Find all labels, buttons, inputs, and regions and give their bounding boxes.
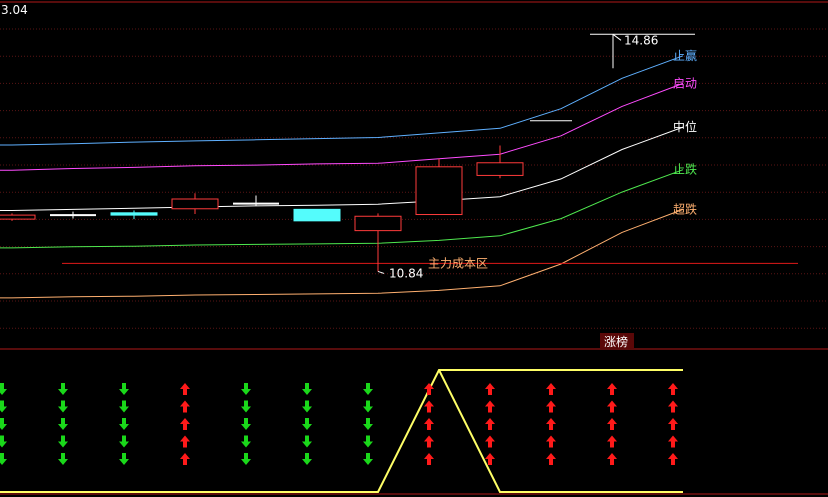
signal-arrow-up-3-0 bbox=[180, 383, 190, 395]
signal-arrow-up-7-2 bbox=[424, 418, 434, 430]
band-line-0 bbox=[0, 55, 684, 146]
signal-line-lower bbox=[438, 369, 683, 493]
band-lines bbox=[0, 55, 684, 299]
signal-arrow-up-8-1 bbox=[485, 400, 495, 413]
signal-arrow-up-11-0 bbox=[668, 383, 678, 395]
band-line-1 bbox=[0, 82, 684, 171]
signal-arrow-down-5-4 bbox=[302, 453, 312, 465]
band-label-4: 超跌 bbox=[673, 201, 697, 216]
signal-arrow-up-8-0 bbox=[485, 383, 495, 395]
signal-panel: 涨榜 bbox=[0, 333, 683, 493]
signal-arrow-down-4-4 bbox=[241, 453, 251, 465]
signal-arrow-down-0-0 bbox=[0, 383, 7, 395]
signal-arrow-down-0-1 bbox=[0, 400, 7, 413]
price-markers: 10.84 14.86 bbox=[377, 33, 695, 280]
signal-arrow-down-0-3 bbox=[0, 435, 7, 448]
band-label-2: 中位 bbox=[673, 119, 697, 134]
signal-arrow-up-11-1 bbox=[668, 400, 678, 413]
candle-body-3 bbox=[171, 198, 219, 210]
chart-stage: 止赢启动中位止跌超跌 主力成本区 10.84 14.86 涨榜 3.04 bbox=[0, 0, 828, 497]
signal-arrow-up-10-4 bbox=[607, 453, 617, 465]
signal-arrow-up-9-3 bbox=[546, 435, 556, 448]
signal-line-upper bbox=[0, 369, 683, 493]
low-marker-label: 10.84 bbox=[389, 266, 423, 280]
signal-arrow-down-4-3 bbox=[241, 435, 251, 448]
signal-arrow-up-3-2 bbox=[180, 418, 190, 430]
band-label-1: 启动 bbox=[673, 76, 697, 90]
signal-arrow-up-7-3 bbox=[424, 435, 434, 448]
candle-body-5 bbox=[293, 208, 341, 222]
candle-body-2 bbox=[110, 212, 158, 216]
signal-arrow-up-9-4 bbox=[546, 453, 556, 465]
signal-arrow-up-9-0 bbox=[546, 383, 556, 395]
signal-arrow-up-10-1 bbox=[607, 400, 617, 413]
signal-arrow-up-8-3 bbox=[485, 435, 495, 448]
signal-arrow-up-10-0 bbox=[607, 383, 617, 395]
signal-arrow-down-4-0 bbox=[241, 383, 251, 395]
signal-arrow-up-10-3 bbox=[607, 435, 617, 448]
signal-arrow-up-11-2 bbox=[668, 418, 678, 430]
band-line-2 bbox=[0, 126, 684, 211]
signal-arrow-down-6-4 bbox=[363, 453, 373, 465]
signal-arrow-up-9-2 bbox=[546, 418, 556, 430]
high-marker-pointer bbox=[612, 33, 622, 41]
signal-arrow-up-7-4 bbox=[424, 453, 434, 465]
candle-body-6 bbox=[354, 215, 402, 232]
signal-arrow-down-1-0 bbox=[58, 383, 68, 395]
chart-canvas: 止赢启动中位止跌超跌 主力成本区 10.84 14.86 涨榜 3.04 bbox=[0, 1, 828, 495]
signal-arrow-down-6-3 bbox=[363, 435, 373, 448]
signal-arrow-up-3-4 bbox=[180, 453, 190, 465]
signal-arrow-down-2-4 bbox=[119, 453, 129, 465]
signal-arrow-down-5-0 bbox=[302, 383, 312, 395]
signal-arrow-up-3-3 bbox=[180, 435, 190, 448]
signal-arrow-down-2-3 bbox=[119, 435, 129, 448]
candle-body-8 bbox=[476, 162, 524, 176]
signal-arrow-up-10-2 bbox=[607, 418, 617, 430]
low-marker-line bbox=[377, 270, 385, 274]
signal-arrow-down-0-4 bbox=[0, 453, 7, 465]
band-line-4 bbox=[0, 208, 684, 299]
grid-lines bbox=[0, 28, 828, 329]
signal-arrow-up-9-1 bbox=[546, 400, 556, 413]
signal-arrow-down-5-3 bbox=[302, 435, 312, 448]
signal-arrow-down-1-4 bbox=[58, 453, 68, 465]
signal-arrow-down-5-2 bbox=[302, 418, 312, 430]
cost-line-group: 主力成本区 bbox=[62, 256, 798, 270]
candles bbox=[0, 145, 524, 272]
signal-arrow-down-1-3 bbox=[58, 435, 68, 448]
band-label-0: 止赢 bbox=[673, 48, 697, 63]
band-label-3: 止跌 bbox=[673, 162, 697, 177]
signal-arrow-up-3-1 bbox=[180, 400, 190, 413]
signal-arrow-down-1-1 bbox=[58, 400, 68, 413]
signal-arrow-down-6-2 bbox=[363, 418, 373, 430]
cost-line-label: 主力成本区 bbox=[428, 256, 488, 270]
signal-arrow-down-0-2 bbox=[0, 418, 7, 430]
signal-arrow-down-2-0 bbox=[119, 383, 129, 395]
high-marker-label: 14.86 bbox=[624, 33, 658, 47]
signal-arrow-up-7-1 bbox=[424, 400, 434, 413]
signal-arrow-down-1-2 bbox=[58, 418, 68, 430]
signal-arrow-down-5-1 bbox=[302, 400, 312, 413]
signal-arrow-up-11-3 bbox=[668, 435, 678, 448]
signal-arrow-down-2-2 bbox=[119, 418, 129, 430]
band-labels: 止赢启动中位止跌超跌 bbox=[673, 48, 697, 217]
signal-arrow-down-6-0 bbox=[363, 383, 373, 395]
signal-arrow-down-4-1 bbox=[241, 400, 251, 413]
signal-arrow-down-2-1 bbox=[119, 400, 129, 413]
candle-body-7 bbox=[415, 166, 463, 216]
signal-arrow-down-6-1 bbox=[363, 400, 373, 413]
signal-arrow-up-8-2 bbox=[485, 418, 495, 430]
signal-arrow-down-4-2 bbox=[241, 418, 251, 430]
candle-body-0 bbox=[0, 214, 36, 220]
signal-badge: 涨榜 bbox=[604, 334, 628, 349]
top-left-value: 3.04 bbox=[1, 3, 28, 17]
signal-arrow-up-11-4 bbox=[668, 453, 678, 465]
